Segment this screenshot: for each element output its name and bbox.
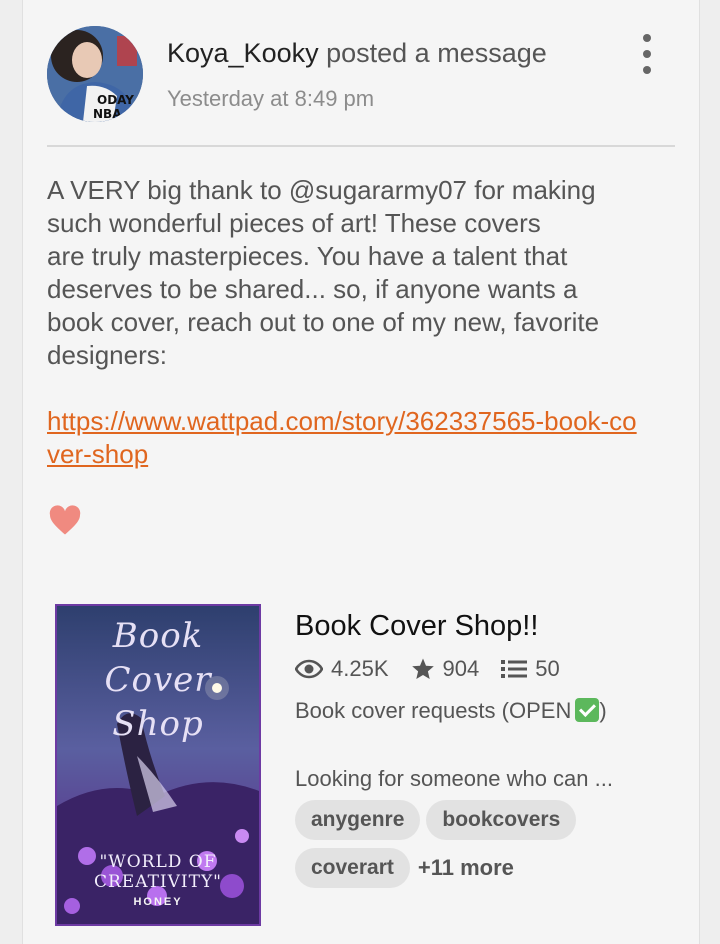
star-icon: [411, 658, 434, 679]
cover-subtitle: "WORLD OF CREATIVITY": [94, 852, 222, 892]
eye-icon: [295, 659, 323, 679]
story-link[interactable]: https://www.wattpad.com/story/362337565-…: [47, 405, 647, 471]
votes-stat: 904: [411, 656, 480, 682]
list-icon: [501, 660, 528, 678]
more-options-icon[interactable]: [635, 34, 659, 74]
cover-author: HONEY: [133, 896, 183, 908]
message-line: are truly masterpieces. You have a talen…: [47, 241, 568, 271]
message-line: deserves to be shared... so, if anyone w…: [47, 274, 578, 304]
book-cover[interactable]: Book Cover Shop "WORLD OF CREATIVITY" HO…: [55, 604, 261, 926]
cover-title-line: Book Cover: [104, 616, 212, 700]
parts-count: 50: [535, 656, 560, 681]
avatar[interactable]: ODAY NBA: [47, 26, 143, 122]
cover-title-line: Shop: [112, 704, 204, 744]
divider: [47, 145, 675, 147]
heart-icon: [47, 503, 83, 539]
message-line: A VERY big thank to @sugararmy07 for mak…: [47, 175, 596, 205]
story-stats: 4.25K 904 50: [295, 656, 582, 682]
more-tags-link[interactable]: +11 more: [418, 855, 514, 881]
votes-count: 904: [442, 656, 480, 681]
story-title[interactable]: Book Cover Shop!!: [295, 610, 538, 643]
message-line: designers:: [47, 340, 167, 370]
post-action: posted a message: [318, 38, 547, 68]
message-body: A VERY big thank to @sugararmy07 for mak…: [47, 174, 667, 372]
parts-stat: 50: [501, 656, 560, 682]
tag-bookcovers[interactable]: bookcovers: [426, 800, 577, 840]
svg-text:ODAY: ODAY: [97, 93, 134, 107]
story-subtitle-text: Book cover requests (OPEN: [295, 698, 572, 723]
tag-coverart[interactable]: coverart: [295, 848, 410, 888]
post-timestamp: Yesterday at 8:49 pm: [167, 86, 375, 111]
message-line: such wonderful pieces of art! These cove…: [47, 208, 541, 238]
story-preview[interactable]: Book Cover Shop "WORLD OF CREATIVITY" HO…: [55, 604, 675, 928]
svg-text:NBA: NBA: [93, 107, 122, 121]
story-subtitle: Book cover requests (OPEN): [295, 698, 607, 723]
reads-count: 4.25K: [331, 656, 389, 681]
message-line: book cover, reach out to one of my new, …: [47, 307, 600, 337]
message-card: ODAY NBA Koya_Kooky posted a message Yes…: [22, 0, 700, 944]
tag-list: anygenre bookcovers coverart +11 more: [295, 800, 665, 896]
post-header: Koya_Kooky posted a message: [167, 38, 547, 69]
check-icon: [575, 698, 600, 722]
tag-anygenre[interactable]: anygenre: [295, 800, 421, 840]
cover-title: Book Cover Shop: [57, 614, 259, 746]
reads-stat: 4.25K: [295, 656, 389, 682]
author-name[interactable]: Koya_Kooky: [167, 38, 319, 68]
story-description: Looking for someone who can ...: [295, 766, 613, 791]
